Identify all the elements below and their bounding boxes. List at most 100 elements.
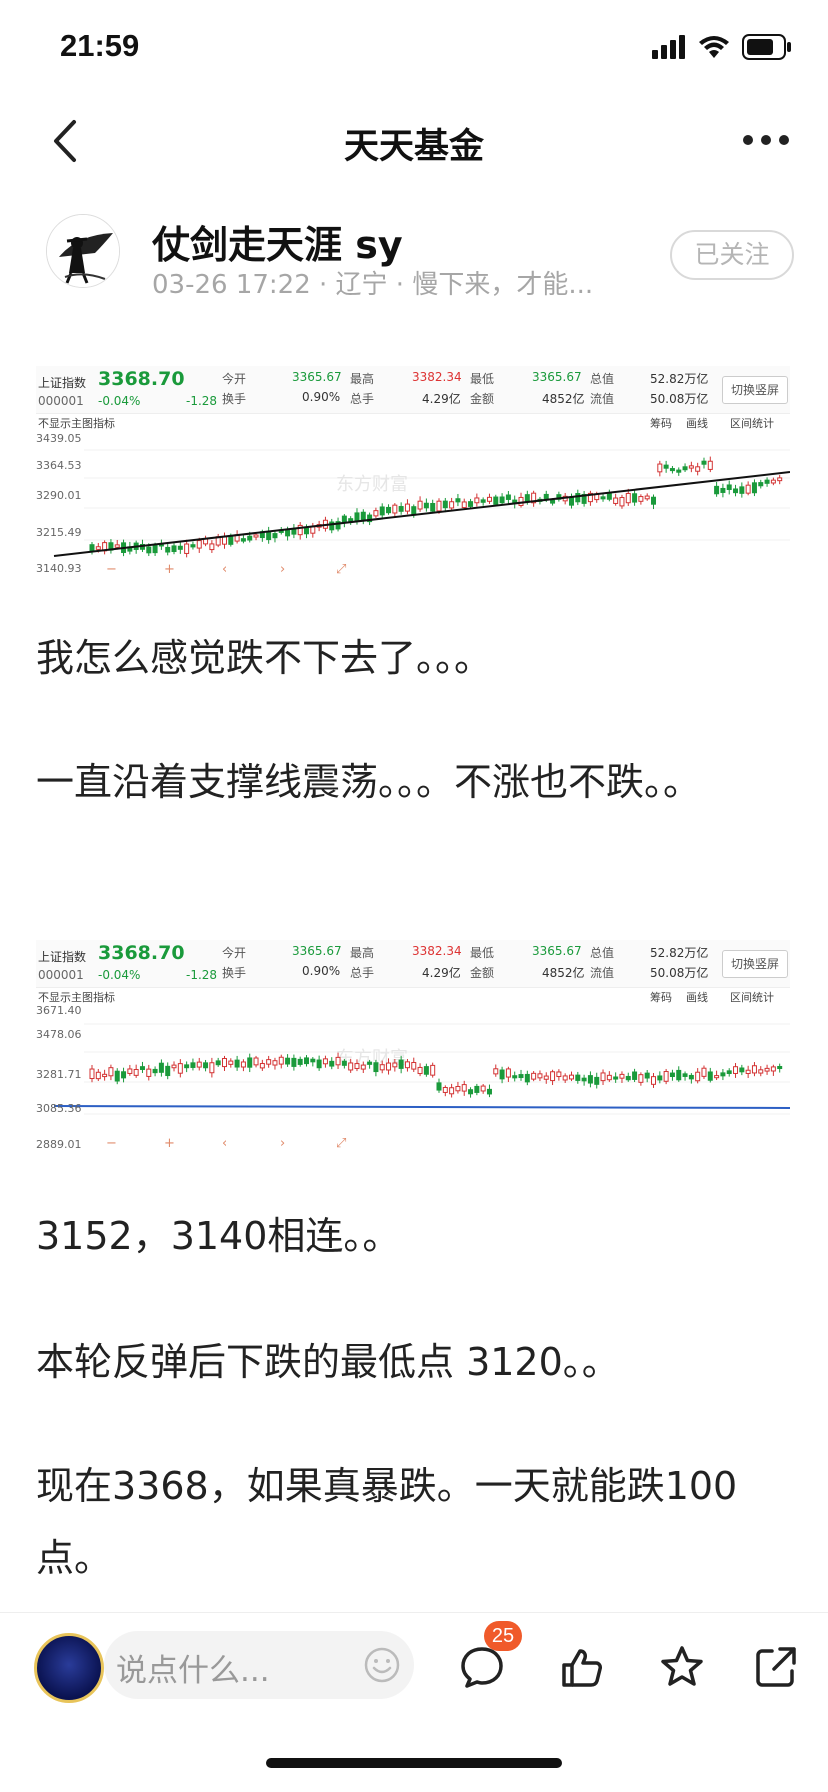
candle-body xyxy=(367,1061,373,1065)
candle-body xyxy=(682,466,688,471)
index-pct: -0.04% xyxy=(98,968,141,982)
candle-body xyxy=(587,1075,593,1084)
bottom-action-bar: 说点什么... 25 xyxy=(0,1612,828,1732)
pan-left-control: ‹ xyxy=(222,1136,228,1151)
zoom-out-control: − xyxy=(106,562,117,577)
emoji-icon[interactable] xyxy=(364,1647,400,1683)
high-label: 最高 xyxy=(350,946,375,960)
follow-button[interactable]: 已关注 xyxy=(670,230,794,280)
my-avatar[interactable] xyxy=(34,1633,104,1703)
indicator-toggle: 不显示主图指标 xyxy=(38,991,115,1004)
candle-body xyxy=(177,1063,183,1074)
candle-body xyxy=(411,1062,417,1070)
volume-value: 4.29亿 xyxy=(422,966,461,980)
candle-body xyxy=(562,1075,568,1081)
chart-screenshot-2: 上证指数 3368.70 000001 -0.04% -1.28 今开 3365… xyxy=(36,940,790,1154)
y-tick-3: 3281.71 xyxy=(36,1068,82,1081)
candle-body xyxy=(669,468,675,472)
candle-body xyxy=(297,1058,303,1065)
candle-body xyxy=(733,488,739,494)
candle-body xyxy=(423,1066,429,1075)
candle-body xyxy=(518,496,524,506)
candle-body xyxy=(398,506,404,512)
nav-title: 天天基金 xyxy=(343,127,484,167)
candle-body xyxy=(714,1075,720,1079)
amount-value: 4852亿 xyxy=(542,392,585,406)
swordsman-avatar-image xyxy=(47,215,119,287)
candle-body xyxy=(165,1065,171,1077)
candle-body xyxy=(146,1068,152,1077)
author-avatar[interactable] xyxy=(46,214,120,288)
candle-body xyxy=(751,1065,757,1074)
candle-body xyxy=(133,1069,139,1076)
candle-body xyxy=(644,495,650,500)
candle-body xyxy=(625,492,631,504)
fullscreen-control: ⤢ xyxy=(336,1136,347,1151)
candle-body xyxy=(228,1060,234,1065)
more-icon[interactable] xyxy=(740,118,792,162)
candle-body xyxy=(651,496,657,505)
candle-body xyxy=(114,1070,120,1082)
candle-body xyxy=(644,1072,650,1079)
candle-body xyxy=(695,466,701,472)
post-paragraph-4: 本轮反弹后下跌的最低点 3120。。 xyxy=(36,1340,620,1384)
candle-body xyxy=(95,1071,101,1080)
candle-body xyxy=(733,1066,739,1074)
candle-body xyxy=(203,1062,209,1069)
tool-range: 区间统计 xyxy=(730,417,774,430)
index-pct: -0.04% xyxy=(98,394,141,408)
index-name: 上证指数 xyxy=(38,376,87,390)
candle-body xyxy=(404,503,410,512)
y-tick-5: 2889.01 xyxy=(36,1138,82,1151)
candle-body xyxy=(758,482,764,487)
candle-body xyxy=(234,1059,240,1068)
comment-count-badge: 25 xyxy=(484,1621,522,1651)
status-time: 21:59 xyxy=(60,28,140,63)
star-icon[interactable] xyxy=(658,1643,706,1691)
candle-body xyxy=(114,544,120,548)
candle-body xyxy=(89,1068,95,1080)
y-tick-2: 3364.53 xyxy=(36,459,82,472)
share-icon[interactable] xyxy=(752,1643,800,1691)
chart-header: 上证指数 3368.70 000001 -0.04% -1.28 今开 3365… xyxy=(36,940,790,988)
y-tick-1: 3439.05 xyxy=(36,432,82,445)
candle-body xyxy=(613,497,619,504)
candle-body xyxy=(518,1074,524,1079)
candle-body xyxy=(745,484,751,494)
battery-icon xyxy=(742,34,791,60)
candle-body xyxy=(379,506,385,516)
open-value: 3365.67 xyxy=(292,370,342,384)
candle-body xyxy=(726,1070,732,1074)
candle-body xyxy=(430,1064,436,1076)
candle-body xyxy=(348,1062,354,1071)
candle-body xyxy=(310,526,316,534)
candle-body xyxy=(669,1072,675,1078)
candle-body xyxy=(682,1073,688,1077)
candle-body xyxy=(474,1085,480,1093)
candle-body xyxy=(184,543,190,554)
candle-body xyxy=(777,1065,783,1070)
float-label: 流值 xyxy=(590,392,615,406)
home-indicator xyxy=(266,1758,562,1768)
candle-body xyxy=(158,1062,164,1073)
candle-body xyxy=(455,1085,461,1092)
comment-input[interactable]: 说点什么... xyxy=(104,1631,414,1699)
like-icon[interactable] xyxy=(558,1643,606,1691)
low-value: 3365.67 xyxy=(532,944,582,958)
candle-body xyxy=(505,494,511,500)
candle-body xyxy=(701,1067,707,1077)
author-name[interactable]: 仗剑走天涯 sy xyxy=(152,214,403,269)
candle-body xyxy=(493,1068,499,1075)
amount-label: 金额 xyxy=(470,966,495,980)
candle-body xyxy=(770,479,776,484)
candle-body xyxy=(121,1071,127,1079)
candle-body xyxy=(209,1062,215,1074)
tool-chips: 筹码 xyxy=(650,417,672,430)
candle-body xyxy=(392,504,398,514)
candle-body xyxy=(486,496,492,502)
candle-body xyxy=(600,496,606,500)
turnover-value: 0.90% xyxy=(302,964,341,978)
candle-body xyxy=(272,533,278,539)
candle-body xyxy=(240,1061,246,1068)
candle-body xyxy=(304,527,310,535)
